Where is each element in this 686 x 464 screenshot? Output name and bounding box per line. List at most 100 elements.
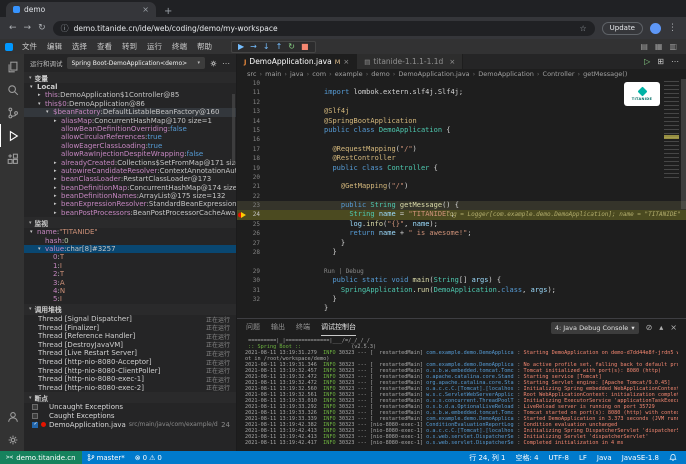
twistie-icon[interactable]: ▸: [54, 175, 61, 183]
close-tab-icon[interactable]: ×: [142, 5, 149, 14]
variable-row[interactable]: ▾ Local: [24, 83, 236, 91]
variable-row[interactable]: ▸ beanDefinitionMap : ConcurrentHashMap@…: [24, 184, 236, 192]
minimap[interactable]: [664, 81, 679, 181]
breakpoint-marker[interactable]: [237, 229, 247, 238]
layout-toggle-icon[interactable]: ▦: [655, 42, 663, 51]
breakpoint-checkbox[interactable]: [32, 404, 38, 410]
editor-scrollbar[interactable]: [681, 79, 686, 209]
variables-section-header[interactable]: 变量: [24, 72, 236, 83]
layout-toggle-icon[interactable]: ▤: [640, 42, 648, 51]
breadcrumb-item[interactable]: com: [312, 70, 335, 78]
step-into-icon[interactable]: ↓: [263, 43, 270, 51]
bookmark-star-icon[interactable]: ☆: [579, 24, 586, 33]
menu-item[interactable]: 帮助: [192, 41, 217, 52]
watch-section-header[interactable]: 监视: [24, 217, 236, 228]
breakpoint-marker[interactable]: [237, 135, 247, 144]
twistie-icon[interactable]: ▸: [54, 192, 61, 200]
breakpoint-marker[interactable]: [237, 126, 247, 135]
variable-row[interactable]: ▸ beanClassLoader : RestartClassLoader@1…: [24, 175, 236, 183]
breakpoint-marker[interactable]: [237, 98, 247, 107]
variable-row[interactable]: ▸ beanDefinitionNames : ArrayList@175 si…: [24, 192, 236, 200]
variable-row[interactable]: ▸ alreadyCreated : Collections$SetFromMa…: [24, 159, 236, 167]
panel-tab[interactable]: 调试控制台: [321, 319, 356, 336]
clear-console-icon[interactable]: ⊘: [646, 323, 653, 332]
activitybar-settings[interactable]: [0, 428, 24, 451]
breadcrumb-item[interactable]: src: [247, 70, 265, 78]
callstack-thread[interactable]: Thread [http-nio-8080-ClientPoller] 正在运行: [24, 366, 236, 375]
reload-icon[interactable]: ↻: [38, 23, 46, 33]
watch-row[interactable]: 0 : T: [24, 253, 236, 261]
variable-row[interactable]: ▾ $beanFactory : DefaultListableBeanFact…: [24, 108, 236, 116]
step-out-icon[interactable]: ↑: [276, 43, 283, 51]
twistie-icon[interactable]: ▸: [38, 91, 45, 99]
breakpoint-marker[interactable]: [237, 145, 247, 154]
breakpoint-row[interactable]: Uncaught Exceptions: [24, 403, 236, 412]
activitybar-search[interactable]: [0, 78, 24, 101]
variable-row[interactable]: ▾ this$0 : DemoApplication@86: [24, 100, 236, 108]
browser-menu-icon[interactable]: ⋮: [668, 23, 677, 33]
twistie-icon[interactable]: ▾: [30, 83, 37, 91]
close-icon[interactable]: ×: [449, 58, 455, 66]
panel-tab[interactable]: 问题: [246, 319, 260, 336]
breakpoint-row[interactable]: DemoApplication.java src/main/java/com/e…: [24, 420, 236, 429]
breakpoint-marker[interactable]: [237, 257, 247, 266]
variable-row[interactable]: ▸ beanPostProcessors : BeanPostProcessor…: [24, 209, 236, 217]
variable-row[interactable]: allowEagerClassLoading : true: [24, 142, 236, 150]
twistie-icon[interactable]: ▸: [54, 200, 61, 208]
breakpoint-marker[interactable]: [237, 88, 247, 97]
code-editor[interactable]: 10 import lombok.extern.slf4j.Slf4j; 11: [237, 79, 686, 318]
twistie-icon[interactable]: ▾: [38, 100, 45, 108]
site-info-icon[interactable]: ⓘ: [61, 23, 69, 34]
restart-icon[interactable]: ↻: [288, 43, 295, 51]
variable-row[interactable]: ▸ beanExpressionResolver : StandardBeanE…: [24, 200, 236, 208]
menu-item[interactable]: 运行: [142, 41, 167, 52]
variable-row[interactable]: ▸ autowireCandidateResolver : ContextAnn…: [24, 167, 236, 175]
breakpoint-marker[interactable]: [237, 107, 247, 116]
activitybar-extensions[interactable]: [0, 147, 24, 170]
breakpoint-marker[interactable]: [237, 220, 247, 229]
breakpoint-row[interactable]: Caught Exceptions: [24, 412, 236, 421]
breadcrumb-item[interactable]: Controller: [543, 70, 584, 78]
breadcrumb-item[interactable]: DemoApplication.java: [398, 70, 478, 78]
forward-icon[interactable]: →: [24, 23, 32, 33]
maximize-panel-icon[interactable]: ▴: [659, 323, 663, 332]
close-icon[interactable]: ×: [343, 58, 349, 66]
close-panel-icon[interactable]: ×: [670, 323, 677, 332]
breakpoint-marker[interactable]: [237, 164, 247, 173]
callstack-thread[interactable]: Thread [Finalizer] 正在运行: [24, 323, 236, 332]
breakpoint-marker[interactable]: [237, 117, 247, 126]
callstack-thread[interactable]: Thread [Reference Handler] 正在运行: [24, 332, 236, 341]
run-file-icon[interactable]: ▷: [644, 57, 650, 66]
callstack-thread[interactable]: Thread [http-nio-8080-exec-2] 正在运行: [24, 384, 236, 393]
eol-status[interactable]: LF: [574, 454, 592, 462]
breakpoint-marker[interactable]: [237, 192, 247, 201]
address-bar[interactable]: ⓘ demo.titanide.cn/ide/web/coding/demo/m…: [53, 21, 595, 36]
twistie-icon[interactable]: ▸: [54, 209, 61, 217]
watch-row[interactable]: ▾ value : char[8]#3257: [24, 245, 236, 253]
breakpoint-marker[interactable]: [237, 201, 247, 210]
breakpoint-marker[interactable]: [237, 182, 247, 191]
variable-row[interactable]: allowRawInjectionDespiteWrapping : false: [24, 150, 236, 158]
watch-row[interactable]: 4 : N: [24, 287, 236, 295]
sidebar-scrollbar[interactable]: [232, 94, 235, 164]
editor-tab[interactable]: J DemoApplication.java M ×: [237, 54, 357, 69]
breakpoint-marker[interactable]: [237, 276, 247, 285]
menu-item[interactable]: 选择: [67, 41, 92, 52]
breakpoint-marker[interactable]: [237, 210, 247, 219]
menu-item[interactable]: 转到: [117, 41, 142, 52]
activitybar-explorer[interactable]: [0, 55, 24, 78]
variable-row[interactable]: ▸ aliasMap : ConcurrentHashMap@170 size=…: [24, 117, 236, 125]
twistie-icon[interactable]: ▾: [46, 108, 53, 116]
watch-row[interactable]: 5 : I: [24, 295, 236, 303]
breakpoint-marker[interactable]: [237, 79, 247, 88]
variable-row[interactable]: allowCircularReferences : true: [24, 133, 236, 141]
breakpoint-checkbox[interactable]: [32, 413, 38, 419]
update-button[interactable]: Update: [602, 22, 643, 35]
panel-tab[interactable]: 输出: [271, 319, 285, 336]
watch-row[interactable]: 3 : A: [24, 279, 236, 287]
menu-item[interactable]: 编辑: [42, 41, 67, 52]
indentation-status[interactable]: 空格: 4: [511, 453, 544, 463]
more-actions-icon[interactable]: ⋯: [671, 57, 679, 66]
activitybar-source-control[interactable]: [0, 101, 24, 124]
watch-row[interactable]: 1 : I: [24, 262, 236, 270]
